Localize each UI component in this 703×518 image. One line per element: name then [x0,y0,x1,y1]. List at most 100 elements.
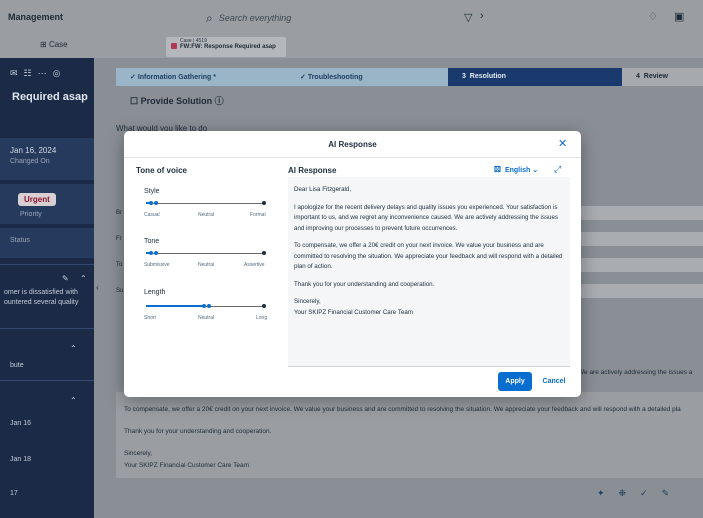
step-label: Troubleshooting [307,74,363,81]
style-slider[interactable] [144,199,268,209]
chevron-up-icon[interactable]: ⌃ [80,274,87,283]
step-label: Resolution [469,73,506,80]
slider-track [146,203,264,204]
tab-row: ⊞ Case Case | 4519 FW:FW: Response Requi… [0,36,703,58]
sidebar-case-title: Required asap [12,91,88,103]
divider [0,328,94,329]
slider-knob[interactable] [207,304,211,308]
user-icon[interactable]: ▣ [674,10,684,23]
tick-max: Formal [250,212,266,218]
collapse-sidebar-icon[interactable]: ‹ [96,283,99,292]
background-paragraph: Thank you for your understanding and coo… [124,428,272,435]
tick-mid: Neutral [198,212,215,218]
step-label: Review [643,73,668,80]
tick-mid: Neutral [198,262,215,268]
status-card: Status [0,228,94,258]
slider-label-style: Style [144,188,160,195]
close-icon[interactable]: ✕ [558,137,567,150]
field-input[interactable] [566,232,703,246]
changed-on-card: Jan 16, 2024 Changed On [0,138,94,180]
chevron-up-icon[interactable]: ⌃ [70,396,77,405]
priority-label: Priority [20,211,42,218]
priority-badge: Urgent [18,193,56,206]
background-message: To compensate, we offer a 20€ credit on … [116,392,703,478]
tick-max: Assertive [244,262,265,268]
response-paragraph: To compensate, we offer a 20€ credit on … [294,242,563,270]
slider-knob[interactable] [153,251,158,255]
slider-track [146,253,264,254]
divider [0,264,94,265]
tick-min: Submissive [144,262,170,268]
field-input[interactable] [566,206,703,220]
response-paragraph: Sincerely, Your SKIPZ Financial Customer … [294,298,413,316]
tone-slider[interactable] [144,249,268,259]
filter-icon[interactable]: ▽ [464,11,472,24]
section-title-text: Provide Solution [140,96,213,106]
slider-knob[interactable] [148,251,153,255]
guided-progress: ✓ Information Gathering * ✓ Troubleshoot… [116,68,703,86]
bell-icon[interactable]: ♢ [648,10,658,23]
priority-card: Urgent Priority [0,184,94,224]
length-slider[interactable] [144,302,268,312]
divider [0,380,94,381]
summary-text: omer is dissatisfied with ountered sever… [4,288,92,308]
background-paragraph: To compensate, we offer a 20€ credit on … [124,406,681,413]
changed-on-value: Jan 16, 2024 [10,146,57,155]
section-title: ☐ Provide Solution ⓘ [130,96,224,106]
editor-toolbar[interactable]: ✦❉✓✎ [597,488,683,499]
sidebar-item: Jan 16 [10,420,32,427]
language-value: English [504,167,531,174]
slider-label-tone: Tone [144,238,160,245]
field-label: Fr [116,236,122,242]
response-paragraph: Dear Lisa Fitzgerald, [294,186,352,193]
step-number: 3 [462,73,466,80]
slider-knob[interactable] [148,201,153,205]
ai-response-dialog: AI Response ✕ Tone of voice Style Casual… [124,131,581,397]
open-case-title: FW:FW: Response Required asap [180,44,276,50]
step-label: Information Gathering * [137,74,216,81]
tick-max: Long [256,315,268,321]
response-textarea[interactable]: Dear Lisa Fitzgerald, I apologize for the… [288,177,570,367]
apply-button[interactable]: Apply [498,372,532,391]
chevron-down-icon: ⌄ [532,167,539,174]
slider-end [262,201,266,205]
slider-knob[interactable] [202,304,206,308]
translate-icon: ⚄ [494,165,501,174]
tab-case-label: Case [48,40,68,49]
step-information-gathering[interactable]: ✓ Information Gathering * [116,68,294,86]
sidebar-toolbar[interactable]: ✉☷⋯◎ [10,68,66,79]
field-input[interactable] [566,284,703,298]
summary-line: omer is dissatisfied with [4,289,78,296]
open-case-tab[interactable]: Case | 4519 FW:FW: Response Required asa… [166,37,286,57]
slider-label-length: Length [144,289,166,296]
language-select[interactable]: ⚄ English ⌄ [494,165,538,174]
search-input[interactable]: Search everything [219,13,292,23]
background-paragraph: Your SKIPZ Financial Customer Care Team [124,462,249,469]
cancel-button[interactable]: Cancel [538,372,570,391]
response-heading: AI Response [288,166,337,175]
edit-icon[interactable]: ✎ [62,274,69,283]
chevron-right-icon[interactable]: › [480,10,484,22]
dialog-title: AI Response [328,140,377,149]
step-resolution[interactable]: 3 Resolution [448,68,628,86]
step-troubleshooting[interactable]: ✓ Troubleshooting [286,68,454,86]
tone-heading: Tone of voice [136,166,187,175]
step-review[interactable]: 4 Review [622,68,703,86]
background-paragraph: Sincerely, [124,450,153,457]
search-icon: ⌕ [206,10,213,25]
slider-fill [146,305,205,307]
tab-case[interactable]: ⊞ Case [40,40,68,49]
field-label: Br [116,210,122,216]
step-number: 4 [636,73,640,80]
expand-icon[interactable]: ⤢ [554,164,561,175]
app-title: Management [8,12,64,22]
global-search[interactable]: ⌕ Search everything [206,8,486,28]
background-text: We are actively addressing the issues a [578,369,693,376]
slider-end [262,304,266,308]
slider-knob[interactable] [153,201,158,205]
chevron-up-icon[interactable]: ⌃ [70,344,77,353]
response-paragraph: Thank you for your understanding and coo… [294,280,435,288]
sidebar-item: Jan 18 [10,456,32,463]
field-input[interactable] [566,258,703,272]
summary-line: ountered several quality [4,299,79,306]
